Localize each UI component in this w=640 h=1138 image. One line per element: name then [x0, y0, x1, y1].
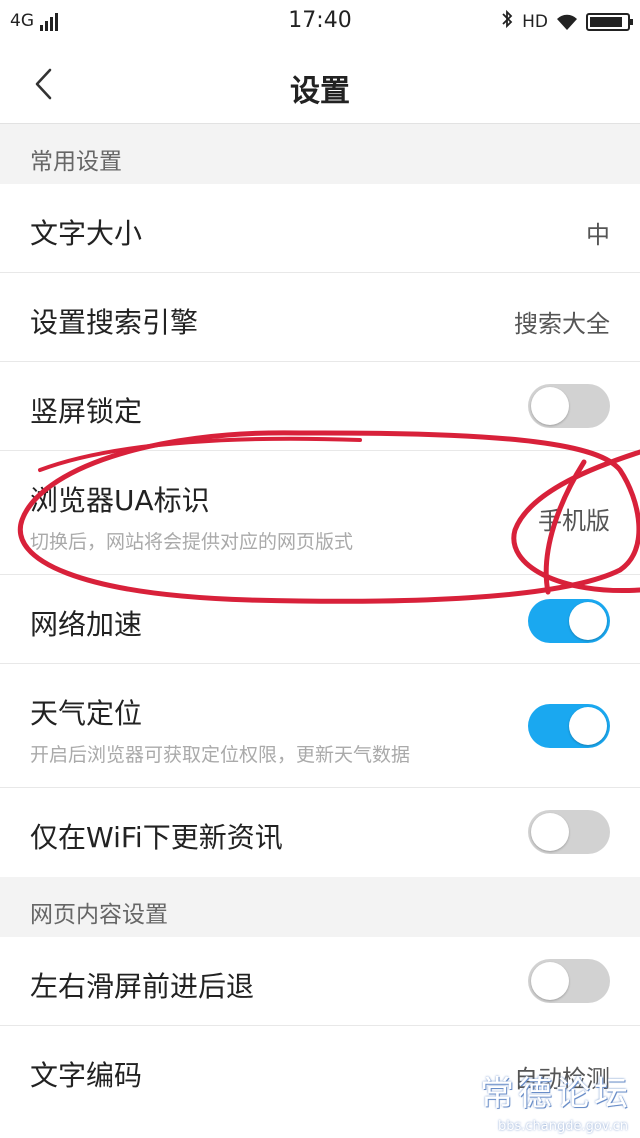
row-title: 网络加速 — [30, 608, 143, 641]
row-title: 设置搜索引擎 — [30, 306, 199, 339]
row-value: 手机版 — [538, 507, 610, 535]
watermark-url: bbs.changde.gov.cn — [497, 1119, 628, 1134]
bluetooth-icon — [500, 9, 514, 34]
swipe-nav-toggle[interactable] — [528, 959, 610, 1003]
toggle-knob — [531, 387, 569, 425]
battery-icon — [586, 12, 633, 31]
hd-label: HD — [522, 11, 548, 32]
setting-weather-location: 天气定位 开启后浏览器可获取定位权限，更新天气数据 — [0, 664, 640, 788]
watermark: 常德论坛 bbs.changde.gov.cn — [442, 1066, 632, 1136]
row-title: 文字编码 — [30, 1059, 143, 1092]
row-subtitle: 开启后浏览器可获取定位权限，更新天气数据 — [30, 744, 411, 766]
row-title: 天气定位 — [30, 697, 143, 730]
toggle-knob — [531, 962, 569, 1000]
wifi-icon — [556, 13, 578, 31]
status-icons: HD — [500, 9, 633, 34]
setting-search-engine[interactable]: 设置搜索引擎 搜索大全 — [0, 273, 640, 362]
row-title: 浏览器UA标识 — [30, 484, 210, 517]
setting-swipe-nav: 左右滑屏前进后退 — [0, 937, 640, 1026]
screen-lock-toggle[interactable] — [528, 384, 610, 428]
toggle-knob — [531, 813, 569, 851]
status-bar: 4G 17:40 HD — [0, 0, 640, 44]
row-value: 搜索大全 — [514, 310, 610, 338]
setting-screen-lock: 竖屏锁定 — [0, 362, 640, 451]
setting-font-size[interactable]: 文字大小 中 — [0, 184, 640, 273]
toggle-knob — [569, 602, 607, 640]
weather-location-toggle[interactable] — [528, 704, 610, 748]
setting-wifi-news: 仅在WiFi下更新资讯 — [0, 788, 640, 877]
section-header-web: 网页内容设置 — [0, 877, 640, 937]
setting-network-accel: 网络加速 — [0, 575, 640, 664]
battery-level — [590, 16, 622, 27]
watermark-text: 常德论坛 — [480, 1074, 632, 1114]
row-subtitle: 切换后，网站将会提供对应的网页版式 — [30, 531, 354, 553]
row-value: 中 — [586, 221, 610, 249]
section-header-common: 常用设置 — [0, 124, 640, 184]
wifi-news-toggle[interactable] — [528, 810, 610, 854]
toggle-knob — [569, 707, 607, 745]
row-title: 左右滑屏前进后退 — [30, 970, 255, 1003]
nav-bar: 设置 — [0, 44, 640, 124]
row-title: 仅在WiFi下更新资讯 — [30, 821, 283, 854]
page-title: 设置 — [290, 74, 350, 109]
network-accel-toggle[interactable] — [528, 599, 610, 643]
setting-browser-ua[interactable]: 浏览器UA标识 切换后，网站将会提供对应的网页版式 手机版 — [0, 451, 640, 575]
row-title: 竖屏锁定 — [30, 395, 143, 428]
row-title: 文字大小 — [30, 217, 143, 250]
